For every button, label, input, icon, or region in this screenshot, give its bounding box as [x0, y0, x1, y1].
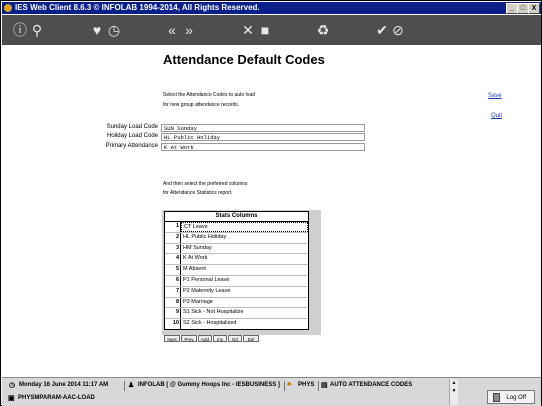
holiday-load-label: Holiday Load Code: [106, 133, 158, 139]
table-row[interactable]: 5M Absent: [165, 265, 308, 276]
door-icon: [493, 393, 500, 402]
table-row[interactable]: 2 HL Public Holiday: [165, 232, 308, 244]
divider: [318, 381, 319, 391]
heart-icon[interactable]: ♥: [89, 22, 105, 38]
page-title: Attendance Default Codes: [163, 52, 325, 67]
row-value: HM Sunday: [183, 244, 212, 251]
recycle-icon[interactable]: ♻: [315, 22, 331, 38]
table-row[interactable]: 1 CT Leave: [165, 222, 308, 233]
table-row[interactable]: 8 P3 Marriage: [165, 297, 308, 309]
logoff-button[interactable]: Log Off: [487, 390, 535, 404]
row-value: P1 Personal Leave: [183, 276, 230, 283]
person-icon: ♟: [128, 382, 135, 389]
intro-text-1: Select the Attendance Codes to auto load: [163, 92, 256, 98]
add-button[interactable]: Add: [198, 335, 212, 342]
row-number: 2: [165, 232, 181, 243]
save-link[interactable]: Save: [488, 93, 502, 99]
check-icon[interactable]: ✔: [374, 22, 390, 38]
logoff-label: Log Off: [506, 395, 526, 401]
cancel-icon[interactable]: ⊘: [390, 22, 406, 38]
table-row[interactable]: 3 HM Sunday: [165, 243, 308, 255]
row-number: 10: [165, 319, 181, 329]
app-window: IES Web Client 8.6.3 © INFOLAB 1994-2014…: [0, 0, 542, 406]
double-left-icon[interactable]: «: [164, 22, 180, 38]
table-row[interactable]: 10 S2 Sick - Hospitalized: [165, 319, 308, 329]
intro-text-2: for new group attendance records.: [163, 102, 240, 108]
row-value: CT Leave: [181, 222, 308, 232]
row-number: 8: [165, 297, 181, 308]
row-number: 7: [165, 286, 181, 297]
row-value: P2 Maternity Leave: [183, 287, 231, 294]
toolbar: ⓘ ⚲ ♥ ◷ « » ✕ ■ ♻ ✔ ⊘: [2, 15, 541, 45]
edit-button[interactable]: Ed: [228, 335, 242, 342]
taskbar: ◷ Monday 16 June 2014 11:17 AM ♟ INFOLAB…: [2, 377, 541, 406]
sunday-load-label: Sunday Load Code: [106, 124, 158, 130]
square-icon[interactable]: ■: [257, 22, 273, 38]
quit-link[interactable]: Quit: [491, 113, 502, 119]
search-icon[interactable]: ⚲: [29, 22, 45, 38]
row-number: 3: [165, 243, 181, 254]
table-row[interactable]: 7 P2 Maternity Leave: [165, 286, 308, 298]
prev-button[interactable]: Prev: [181, 335, 197, 342]
double-right-icon[interactable]: »: [181, 22, 197, 38]
stats-columns-table: Stats Columns 1 CT Leave 2 HL Public Holid…: [164, 211, 309, 330]
title-bar: IES Web Client 8.6.3 © INFOLAB 1994-2014…: [2, 2, 541, 14]
divider: [124, 381, 125, 391]
document-icon: ▤: [321, 382, 328, 389]
row-value: S2 Sick - Hospitalized: [183, 320, 237, 327]
taskbar-user[interactable]: PHYS: [298, 382, 314, 388]
clock-icon: ◷: [9, 382, 16, 389]
program-icon: ▣: [8, 395, 15, 402]
taskbar-current-screen: AUTO ATTENDANCE CODES: [330, 382, 413, 388]
divider: [284, 381, 285, 391]
taskbar-program: PHYSMPARAM-AAC-LOAD: [18, 395, 95, 401]
delete-button[interactable]: Del: [243, 335, 259, 342]
tools-icon[interactable]: ✕: [240, 22, 256, 38]
close-button[interactable]: X: [528, 3, 540, 14]
stats-intro-text-1: And then select the preferred columns: [163, 181, 248, 187]
row-number: 1: [165, 222, 181, 232]
sunday-load-field[interactable]: SUN Sunday: [161, 124, 365, 132]
users-icon: ♣: [287, 381, 292, 388]
window-title: IES Web Client 8.6.3 © INFOLAB 1994-2014…: [15, 3, 260, 12]
info-icon[interactable]: ⓘ: [12, 22, 28, 38]
table-row[interactable]: 6 P1 Personal Leave: [165, 275, 308, 287]
row-value: S1 Sick - Not Hospitalize: [183, 309, 244, 316]
primary-attendance-field[interactable]: K At Work: [161, 143, 365, 151]
next-button[interactable]: Next: [164, 335, 180, 342]
stats-intro-text-2: for Attendance Statistics report.: [163, 190, 233, 196]
taskbar-date: Monday 16 June 2014 11:17 AM: [19, 382, 109, 388]
table-row[interactable]: 4K At Work: [165, 254, 308, 266]
insert-button[interactable]: Ins: [213, 335, 227, 342]
row-number: 4: [165, 254, 181, 265]
taskbar-org: INFOLAB [ @ Gummy Hoops Inc - IESBUSINES…: [138, 382, 280, 388]
primary-attendance-label: Primary Attendance: [105, 143, 158, 149]
row-value: K At Work: [183, 255, 208, 262]
app-icon: [4, 4, 12, 12]
row-number: 9: [165, 308, 181, 319]
table-row[interactable]: 9 S1 Sick - Not Hospitalize: [165, 308, 308, 320]
clock-icon[interactable]: ◷: [106, 22, 122, 38]
taskbar-scroller[interactable]: ▲ ▼: [449, 379, 458, 405]
row-number: 6: [165, 275, 181, 286]
holiday-load-field[interactable]: HL Public Holiday: [161, 133, 365, 141]
row-value: P3 Marriage: [183, 298, 213, 305]
stats-columns-header: Stats Columns: [165, 212, 308, 222]
row-value: M Absent: [183, 266, 206, 273]
row-number: 5: [165, 265, 181, 275]
row-value: HL Public Holiday: [183, 233, 227, 240]
